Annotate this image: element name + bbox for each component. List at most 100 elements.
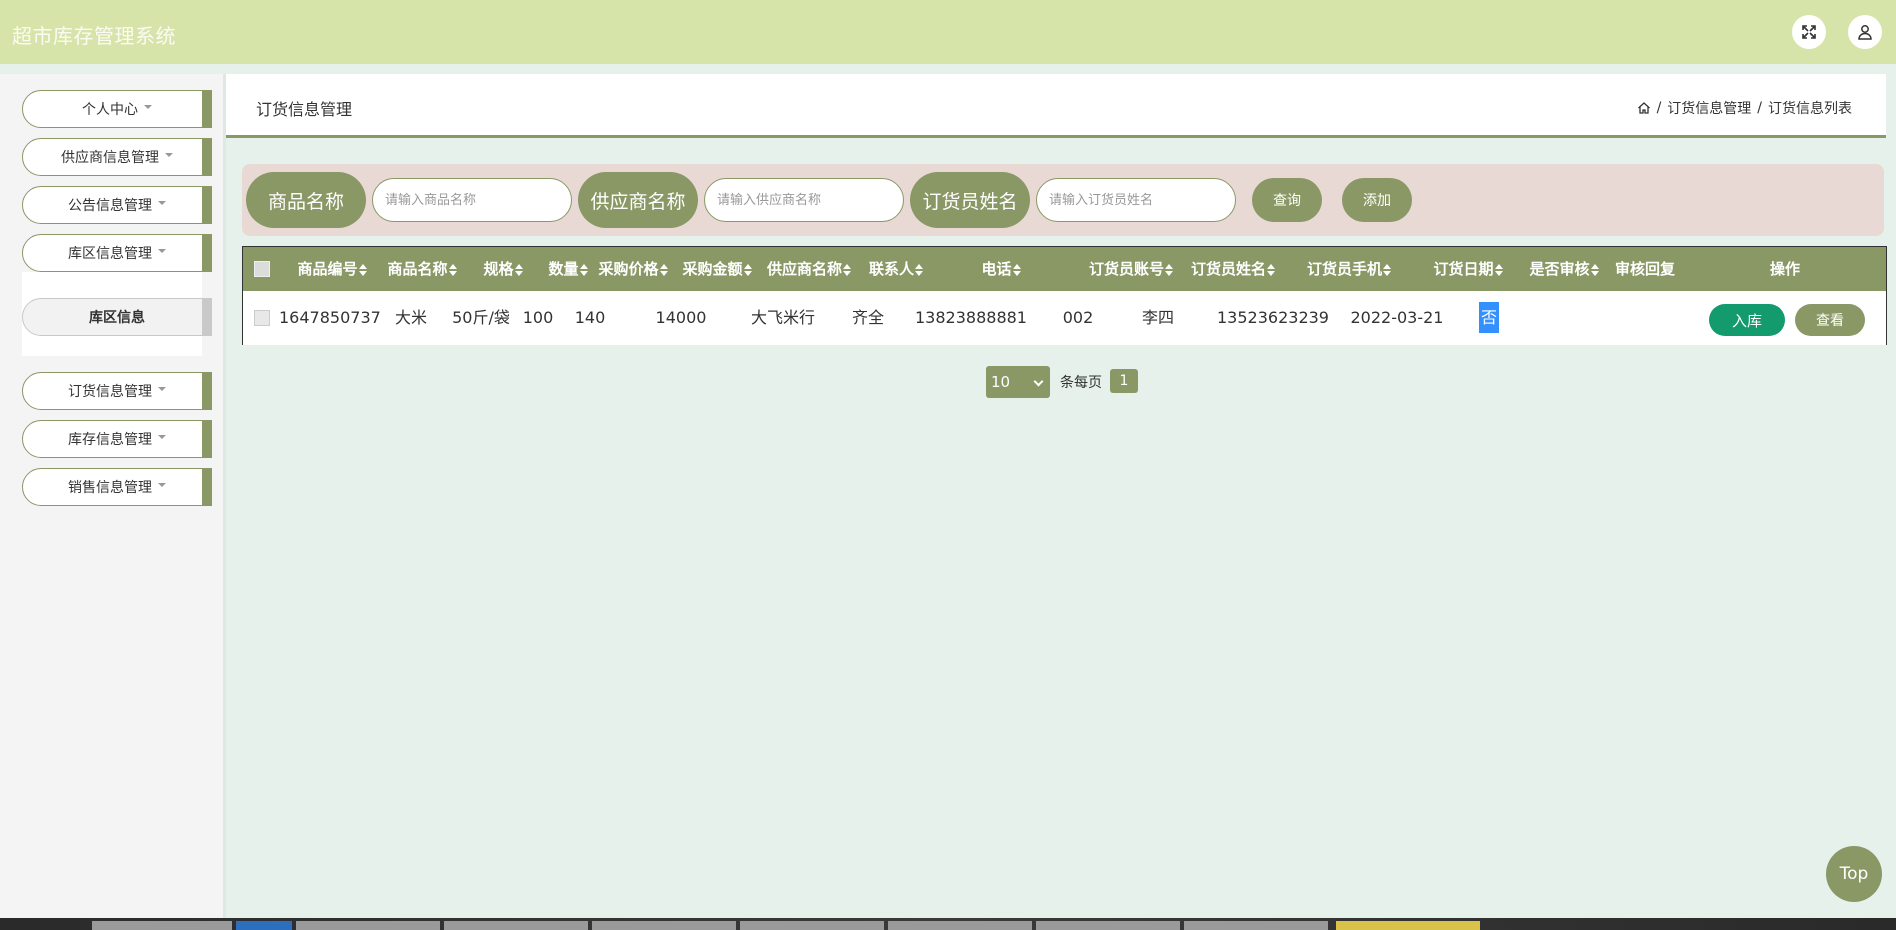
page-size-value: 10 <box>991 373 1011 391</box>
header-label: 数量 <box>548 260 579 278</box>
taskbar-tab[interactable] <box>740 921 884 930</box>
taskbar-tab[interactable] <box>1336 921 1480 930</box>
sidebar-subitem-warehouse-info[interactable]: 库区信息 <box>22 298 212 336</box>
supplier-name-input[interactable] <box>704 178 904 222</box>
fullscreen-button[interactable] <box>1792 15 1826 49</box>
taskbar-tab[interactable] <box>888 921 1032 930</box>
sidebar-item-label: 供应商信息管理 <box>61 150 159 166</box>
header-actions: 操作 <box>1685 247 1885 291</box>
header-phone[interactable]: 电话 <box>941 247 1061 291</box>
sidebar-item-warehouse[interactable]: 库区信息管理 <box>22 234 212 272</box>
sort-icon <box>1012 263 1021 276</box>
header-label: 订货员账号 <box>1088 260 1164 278</box>
add-button[interactable]: 添加 <box>1342 178 1412 222</box>
chevron-down-icon <box>158 387 166 391</box>
sort-icon <box>579 263 588 276</box>
product-name-input[interactable] <box>372 178 572 222</box>
taskbar-tab[interactable] <box>236 921 292 930</box>
header-order-date[interactable]: 订货日期 <box>1413 247 1523 291</box>
taskbar-tab[interactable] <box>1184 921 1328 930</box>
sidebar-item-label: 公告信息管理 <box>68 198 152 214</box>
header-supplier[interactable]: 供应商名称 <box>759 247 859 291</box>
taskbar-tab[interactable] <box>1036 921 1180 930</box>
sidebar-item-inventory[interactable]: 库存信息管理 <box>22 420 212 458</box>
cell-spec: 50斤/袋 <box>452 308 510 327</box>
header-product-id[interactable]: 商品编号 <box>287 247 377 291</box>
row-checkbox[interactable] <box>254 310 270 326</box>
order-table: 商品编号 商品名称 规格 数量 采购价格 采购金额 供应商名称 联系人 电话 订… <box>242 246 1887 345</box>
header-price[interactable]: 采购价格 <box>593 247 673 291</box>
chevron-down-icon <box>158 249 166 253</box>
orderer-name-input[interactable] <box>1036 178 1236 222</box>
breadcrumb: / 订货信息管理 / 订货信息列表 <box>1637 98 1852 118</box>
user-menu-button[interactable] <box>1848 15 1882 49</box>
header-orderer-phone[interactable]: 订货员手机 <box>1287 247 1411 291</box>
header-spec[interactable]: 规格 <box>467 247 539 291</box>
audited-value: 否 <box>1478 302 1499 333</box>
sidebar-item-profile[interactable]: 个人中心 <box>22 90 212 128</box>
cell-orderer-account: 002 <box>1062 308 1094 327</box>
search-bar: 商品名称 供应商名称 订货员姓名 查询 添加 <box>242 164 1884 236</box>
sort-icon <box>1165 263 1173 276</box>
home-icon[interactable] <box>1637 101 1651 115</box>
header-contact[interactable]: 联系人 <box>861 247 931 291</box>
taskbar-tab[interactable] <box>592 921 736 930</box>
table-row: 1647850737 大米 50斤/袋 100 140 14000 大飞米行 齐… <box>243 291 1886 345</box>
sort-icon <box>1267 263 1275 276</box>
header-label: 订货员手机 <box>1306 260 1382 278</box>
chevron-down-icon <box>144 105 152 109</box>
sidebar-item-label: 库区信息管理 <box>68 246 152 262</box>
header-product-name[interactable]: 商品名称 <box>377 247 467 291</box>
sidebar: 个人中心 供应商信息管理 公告信息管理 库区信息管理 库区信息 订货信息管理 库… <box>0 74 226 920</box>
cell-price: 140 <box>574 308 606 327</box>
taskbar <box>0 918 1896 930</box>
chevron-down-icon <box>1033 376 1044 387</box>
header-label: 供应商名称 <box>766 260 842 278</box>
chevron-down-icon <box>158 483 166 487</box>
sidebar-item-order[interactable]: 订货信息管理 <box>22 372 212 410</box>
sidebar-item-sales[interactable]: 销售信息管理 <box>22 468 212 506</box>
user-icon <box>1858 25 1872 40</box>
header-label: 审核回复 <box>1614 260 1675 278</box>
header-orderer-name[interactable]: 订货员姓名 <box>1185 247 1281 291</box>
breadcrumb-level1[interactable]: 订货信息管理 <box>1667 98 1751 118</box>
back-to-top-button[interactable]: Top <box>1826 846 1882 902</box>
cell-product-name: 大米 <box>394 308 427 327</box>
chevron-down-icon <box>158 435 166 439</box>
cell-quantity: 100 <box>522 308 554 327</box>
taskbar-tab[interactable] <box>296 921 440 930</box>
cell-amount: 14000 <box>655 308 707 327</box>
header-amount[interactable]: 采购金额 <box>675 247 759 291</box>
header-quantity[interactable]: 数量 <box>543 247 593 291</box>
breadcrumb-separator: / <box>1656 100 1662 116</box>
select-all-checkbox[interactable] <box>254 261 270 277</box>
cell-audit-reply <box>1523 291 1603 345</box>
cell-audited: 否 <box>1469 291 1509 345</box>
header-orderer-account[interactable]: 订货员账号 <box>1083 247 1179 291</box>
taskbar-tab[interactable] <box>92 921 232 930</box>
sort-icon <box>1383 263 1391 276</box>
sidebar-item-supplier[interactable]: 供应商信息管理 <box>22 138 212 176</box>
header-label: 商品编号 <box>297 260 358 278</box>
header-audit-reply: 审核回复 <box>1605 247 1685 291</box>
page-size-select[interactable]: 10 <box>986 366 1050 398</box>
header-label: 商品名称 <box>387 260 448 278</box>
sort-icon <box>915 263 923 276</box>
app-title: 超市库存管理系统 <box>12 24 176 48</box>
header-label: 规格 <box>483 260 514 278</box>
sort-icon <box>743 263 752 276</box>
view-button[interactable]: 查看 <box>1795 304 1865 336</box>
stock-in-button[interactable]: 入库 <box>1709 304 1785 336</box>
top-header: 超市库存管理系统 <box>0 0 1896 64</box>
header-label: 采购金额 <box>682 260 743 278</box>
sidebar-item-label: 订货信息管理 <box>68 384 152 400</box>
per-page-label: 条每页 <box>1060 375 1102 391</box>
header-audited[interactable]: 是否审核 <box>1525 247 1603 291</box>
header-label: 电话 <box>981 260 1012 278</box>
sidebar-item-notice[interactable]: 公告信息管理 <box>22 186 212 224</box>
taskbar-tab[interactable] <box>444 921 588 930</box>
header-label: 订货日期 <box>1433 260 1494 278</box>
page-number-current[interactable]: 1 <box>1110 369 1138 393</box>
query-button[interactable]: 查询 <box>1252 178 1322 222</box>
header-label: 订货员姓名 <box>1190 260 1266 278</box>
